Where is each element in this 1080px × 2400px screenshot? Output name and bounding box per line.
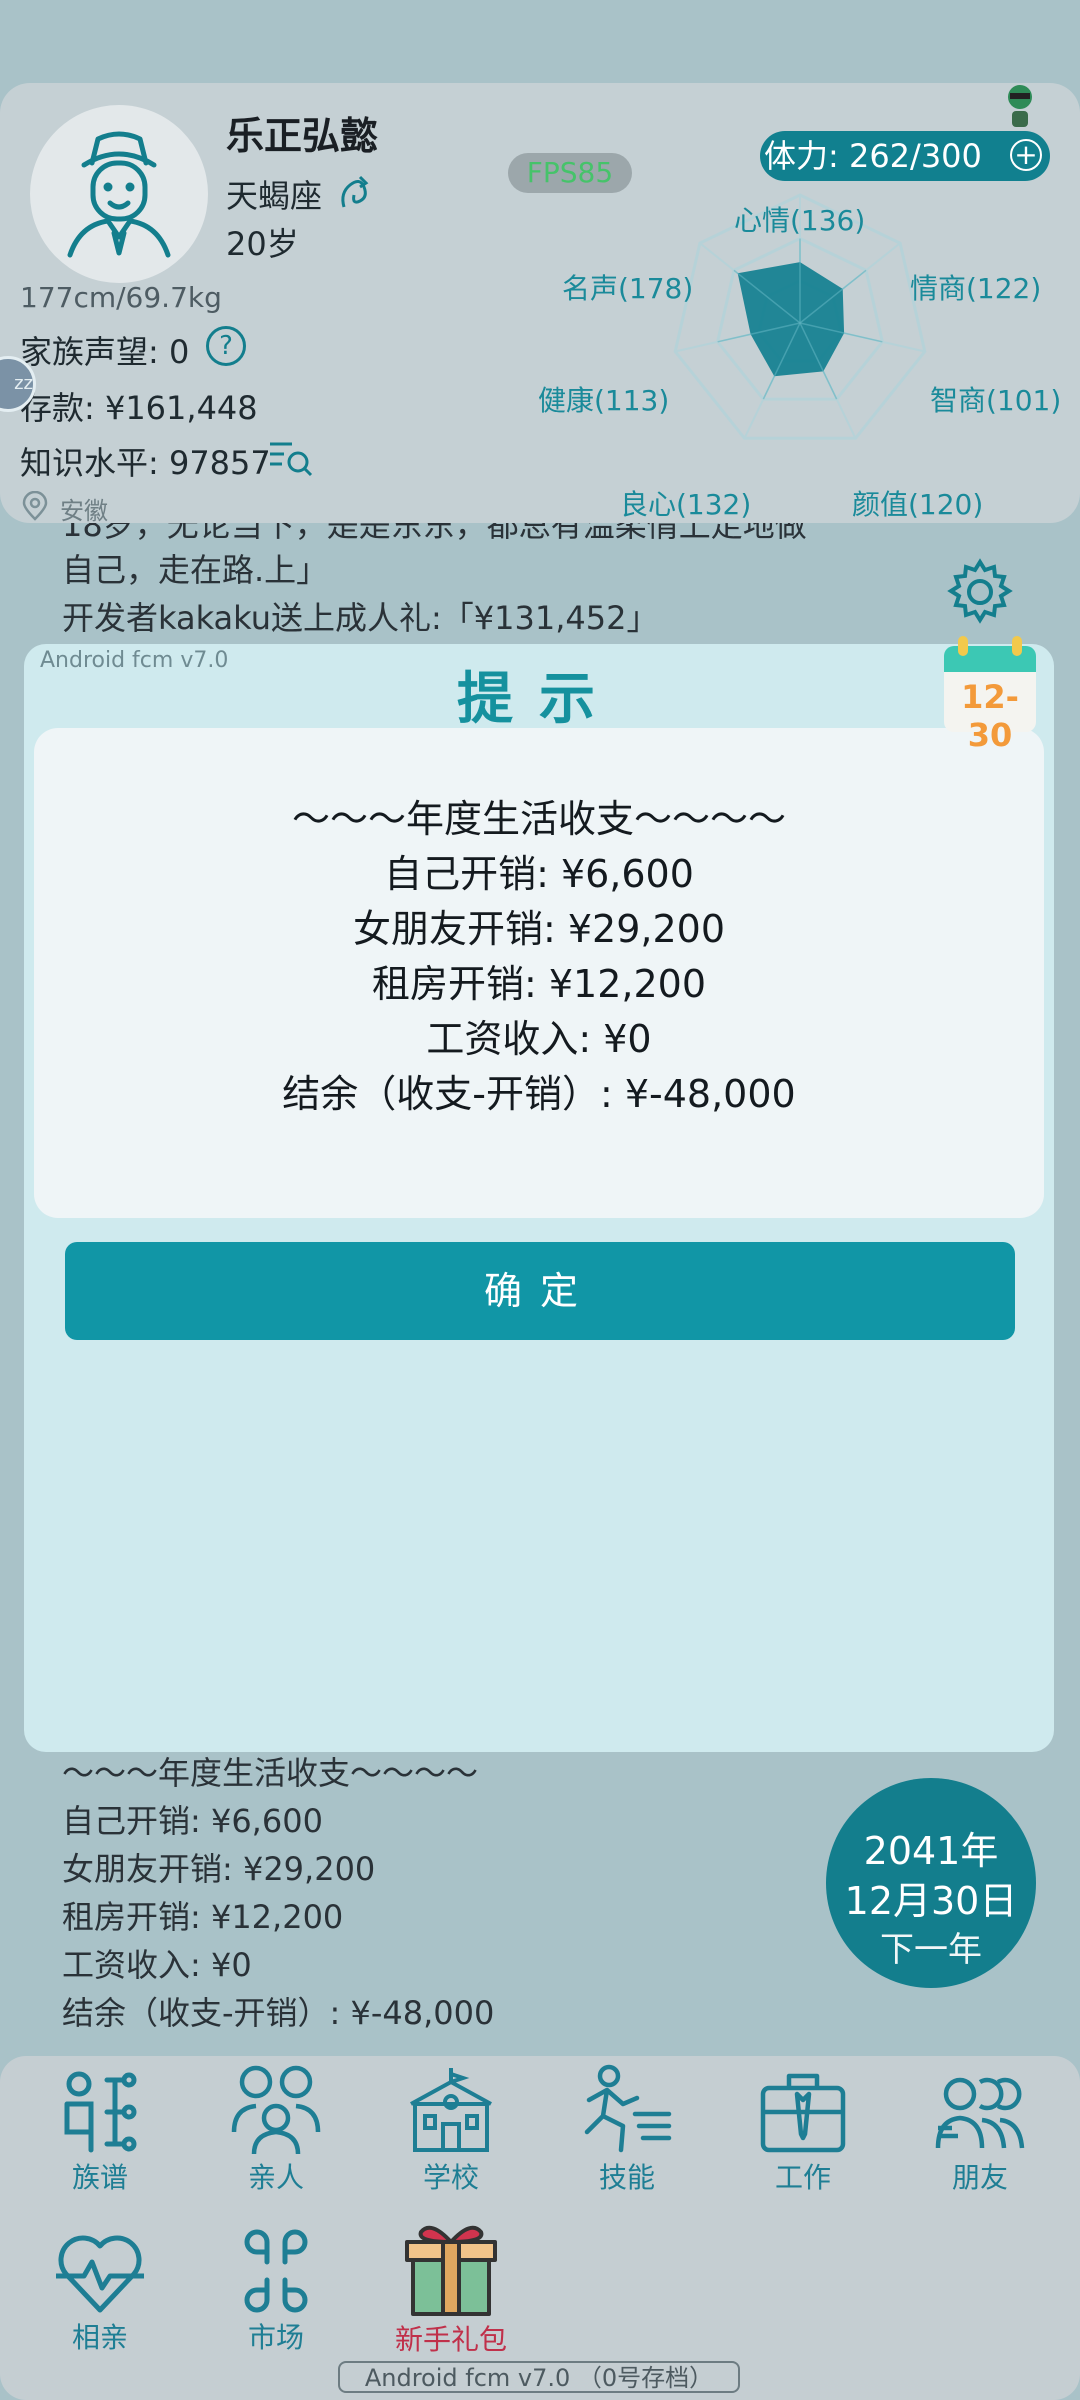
nav-school[interactable]: 学校 — [376, 2064, 526, 2196]
next-year-button[interactable]: 2041年 12月30日 下一年 — [826, 1778, 1036, 1988]
briefcase-icon — [728, 2064, 878, 2156]
summary-line: ～～～年度生活收支～～～～ — [62, 1754, 479, 1792]
dialog-title: 提示 — [457, 667, 621, 732]
calendar-widget[interactable]: 12-30 — [944, 636, 1036, 754]
nav-label: 工作 — [774, 2161, 831, 2194]
zodiac-sign: 天蝎座 — [226, 177, 323, 215]
help-icon[interactable]: ? — [206, 326, 246, 366]
radar-label-health: 健康(113) — [538, 384, 670, 417]
calendar-ring-icon — [958, 636, 968, 656]
summary-line: 女朋友开销: ¥29,200 — [62, 1850, 376, 1888]
profile-card: 乐正弘懿 天蝎座 20岁 177cm/69.7kg 家族声望: 0 ? 存款: … — [0, 83, 1080, 525]
nav-friends[interactable]: 朋友 — [905, 2066, 1055, 2196]
nav-label: 亲人 — [247, 2161, 304, 2194]
avatar[interactable] — [30, 105, 208, 283]
footer-version: Android fcm v7.0 （0号存档） — [338, 2361, 740, 2393]
calendar-ring-icon — [1012, 636, 1022, 656]
bottom-navigation: 族谱 亲人 学校 技能 工作 朋友 相亲 市场 新手礼包 — [0, 2056, 1080, 2400]
market-icon — [201, 2226, 351, 2316]
fps-badge: FPS85 — [508, 153, 632, 193]
date-year: 2041年 — [863, 1829, 999, 1873]
nav-dating[interactable]: 相亲 — [25, 2226, 175, 2356]
settings-gear-icon[interactable] — [944, 556, 1016, 632]
radar-value-area — [737, 262, 845, 377]
calendar-date: 12-30 — [961, 678, 1019, 754]
radar-label-iq: 智商(101) — [930, 384, 1062, 417]
summary-line: 租房开销: ¥12,200 — [62, 1898, 344, 1936]
radar-label-fame: 名声(178) — [562, 272, 694, 305]
nav-label: 学校 — [422, 2161, 479, 2194]
knowledge-level: 知识水平: 97857 — [20, 444, 271, 482]
gift-box-icon — [376, 2220, 526, 2318]
dialog-line: 自己开销: ¥6,600 — [384, 852, 694, 896]
location-text: 安徽 — [60, 497, 108, 525]
family-reputation: 家族声望: 0 — [20, 333, 190, 371]
savings: 存款: ¥161,448 — [20, 389, 258, 427]
log-line: 自己，走在路.上」 — [62, 551, 329, 589]
dialog-body: ～～～年度生活收支～～～～ 自己开销: ¥6,600 女朋友开销: ¥29,20… — [34, 728, 1044, 1218]
summary-line: 工资收入: ¥0 — [62, 1946, 252, 1984]
dialog-line: 工资收入: ¥0 — [426, 1017, 652, 1061]
nav-newbie-gift[interactable]: 新手礼包 — [376, 2220, 526, 2358]
friends-icon — [905, 2066, 1055, 2156]
nav-label: 市场 — [247, 2321, 304, 2354]
goblin-icon — [1000, 83, 1040, 133]
nav-label: 技能 — [598, 2161, 655, 2194]
dialog-line: 结余（收支-开销）: ¥-48,000 — [282, 1072, 796, 1116]
scorpio-icon — [338, 173, 374, 217]
search-list-icon[interactable] — [268, 438, 314, 482]
tip-dialog: Android fcm v7.0 提示 ～～～年度生活收支～～～～ 自己开销: … — [24, 644, 1054, 1752]
radar-label-mood: 心情(136) — [734, 204, 866, 237]
stamina-bar[interactable]: 体力: 262/300 + — [760, 131, 1050, 181]
nav-relatives[interactable]: 亲人 — [201, 2060, 351, 2196]
nav-family-tree[interactable]: 族谱 — [25, 2066, 175, 2196]
location-pin-icon — [22, 490, 48, 525]
log-line: 开发者kakaku送上成人礼:「¥131,452」 — [62, 599, 659, 637]
heart-pulse-icon — [25, 2226, 175, 2316]
running-person-icon — [552, 2064, 702, 2156]
radar-label-conscience: 良心(132) — [620, 488, 752, 521]
summary-line: 结余（收支-开销）: ¥-48,000 — [62, 1994, 495, 2032]
dialog-line: ～～～年度生活收支～～～～ — [291, 797, 786, 841]
dialog-line: 租房开销: ¥12,200 — [371, 962, 707, 1006]
family-tree-icon — [25, 2066, 175, 2156]
nav-label: 族谱 — [71, 2161, 128, 2194]
summary-line: 自己开销: ¥6,600 — [62, 1802, 323, 1840]
nav-label: 相亲 — [71, 2321, 128, 2354]
stamina-text: 体力: 262/300 — [764, 137, 982, 175]
radar-label-looks: 颜值(120) — [852, 488, 984, 521]
nav-label: 朋友 — [951, 2161, 1008, 2194]
nav-work[interactable]: 工作 — [728, 2064, 878, 2196]
character-age: 20岁 — [226, 225, 299, 263]
avatar-man-hat-icon — [67, 131, 171, 258]
date-day: 12月30日 — [844, 1879, 1018, 1923]
plus-icon[interactable]: + — [1010, 139, 1042, 171]
character-name: 乐正弘懿 — [226, 114, 379, 158]
confirm-button[interactable]: 确定 — [65, 1242, 1015, 1340]
radar-label-eq: 情商(122) — [910, 272, 1042, 305]
nav-label: 新手礼包 — [394, 2323, 507, 2356]
height-weight: 177cm/69.7kg — [20, 281, 222, 314]
dialog-line: 女朋友开销: ¥29,200 — [352, 907, 726, 951]
nav-market[interactable]: 市场 — [201, 2226, 351, 2356]
nav-skills[interactable]: 技能 — [552, 2064, 702, 2196]
next-year-label: 下一年 — [880, 1930, 982, 1970]
relatives-icon — [201, 2060, 351, 2156]
school-icon — [376, 2064, 526, 2156]
